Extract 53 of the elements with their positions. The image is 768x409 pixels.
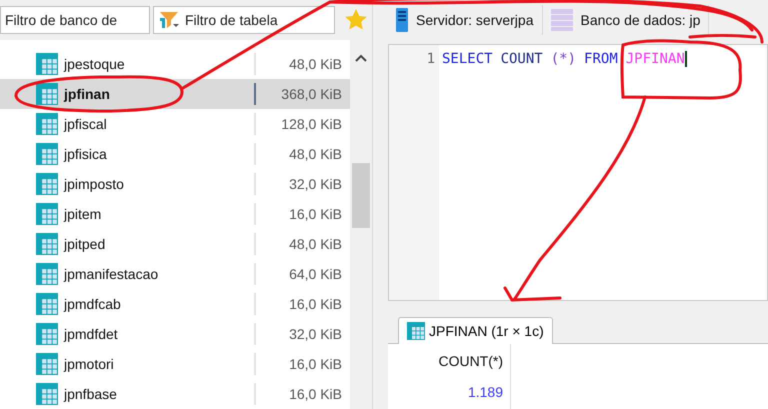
- table-row[interactable]: jpmanifestacao 64,0 KiB: [0, 259, 350, 289]
- table-name: jpfiscal: [64, 116, 108, 132]
- tab-label: Banco de dados: jp: [580, 12, 700, 28]
- table-size: 48,0 KiB: [288, 236, 343, 252]
- table-size: 16,0 KiB: [288, 356, 343, 372]
- column-header[interactable]: COUNT(*): [388, 344, 510, 378]
- table-row[interactable]: jpitem 16,0 KiB: [0, 199, 350, 229]
- tab[interactable]: Servidor: serverjpa: [388, 5, 542, 35]
- tab-label: Servidor: serverjpa: [416, 12, 534, 28]
- table-size: 48,0 KiB: [288, 146, 343, 162]
- table-row[interactable]: jpfinan 368,0 KiB: [0, 79, 350, 109]
- table-row[interactable]: jpmdfcab 16,0 KiB: [0, 289, 350, 319]
- table-size: 368,0 KiB: [280, 86, 343, 102]
- line-number: 1: [426, 51, 435, 67]
- table-size: 128,0 KiB: [280, 116, 343, 132]
- table-name: jpmotori: [64, 356, 115, 372]
- table-row[interactable]: jpmotori 16,0 KiB: [0, 349, 350, 379]
- table-row[interactable]: jpitped 48,0 KiB: [0, 229, 350, 259]
- table-size: 32,0 KiB: [288, 176, 343, 192]
- code-token: SELECT: [442, 51, 493, 67]
- result-tab[interactable]: JPFINAN (1r × 1c): [398, 317, 553, 344]
- table-name: jpestoque: [64, 56, 126, 72]
- code-token: COUNT: [500, 51, 543, 67]
- table-name: jpmdfdet: [64, 326, 119, 342]
- table-name: jpitem: [64, 206, 102, 222]
- table-name: jpnfbase: [64, 386, 118, 402]
- database-filter-field[interactable]: Filtro de banco de: [0, 6, 150, 34]
- table-row[interactable]: jpestoque 48,0 KiB: [0, 49, 350, 79]
- table-size: 16,0 KiB: [288, 296, 343, 312]
- code-token: FROM: [584, 51, 618, 67]
- table-row[interactable]: jpnfbase 16,0 KiB: [0, 379, 350, 409]
- code-token: (*): [550, 51, 576, 67]
- sql-editor[interactable]: 1 SELECT COUNT (*) FROM JPFINAN: [388, 44, 768, 301]
- table-row[interactable]: jpfiscal 128,0 KiB: [0, 109, 350, 139]
- code-token: JPFINAN: [626, 51, 685, 67]
- table-name: jpfisica: [64, 146, 108, 162]
- table-row[interactable]: jpfisica 48,0 KiB: [0, 139, 350, 169]
- table-name: jpmdfcab: [64, 296, 122, 312]
- table-name: jpmanifestacao: [64, 266, 160, 282]
- table-size: 16,0 KiB: [288, 386, 343, 402]
- table-size: 48,0 KiB: [288, 56, 343, 72]
- result-tab-label: JPFINAN (1r × 1c): [429, 323, 544, 339]
- table-name: jpimposto: [64, 176, 125, 192]
- table-size: 16,0 KiB: [288, 206, 343, 222]
- table-cell[interactable]: 1.189: [388, 378, 510, 406]
- table-row[interactable]: jpimposto 32,0 KiB: [0, 169, 350, 199]
- table-row[interactable]: jpmdfdet 32,0 KiB: [0, 319, 350, 349]
- table-name: jpfinan: [64, 86, 111, 102]
- table-size: 64,0 KiB: [288, 266, 343, 282]
- tab[interactable]: Banco de dados: jp: [542, 5, 710, 35]
- table-size: 32,0 KiB: [288, 326, 343, 342]
- table-name: jpitped: [64, 236, 106, 252]
- table-filter-field[interactable]: Filtro de tabela: [153, 6, 335, 34]
